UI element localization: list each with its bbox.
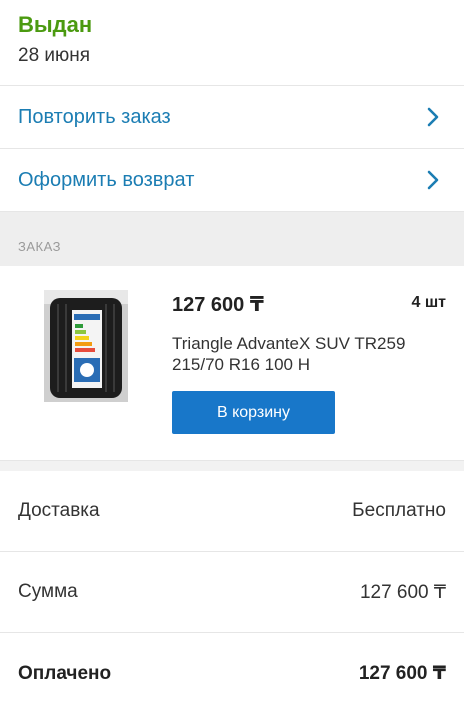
status-title: Выдан <box>18 12 93 37</box>
delivery-value: Бесплатно <box>352 500 446 521</box>
return-order-label: Оформить возврат <box>18 168 195 191</box>
order-section-header: ЗАКАЗ <box>0 212 464 266</box>
order-item: 127 600 ₸ 4 шт Triangle AdvanteX SUV TR2… <box>0 266 464 460</box>
status-date: 28 июня <box>18 45 91 66</box>
chevron-right-icon <box>427 170 439 190</box>
repeat-order-row[interactable]: Повторить заказ <box>0 86 464 149</box>
chevron-right-icon <box>427 107 439 127</box>
total-label: Сумма <box>18 581 78 602</box>
delivery-label: Доставка <box>18 500 100 521</box>
total-row: Сумма 127 600 ₸ <box>0 552 464 633</box>
delivery-row: Доставка Бесплатно <box>0 471 464 552</box>
tire-image[interactable] <box>44 290 128 402</box>
paid-label: Оплачено <box>18 662 112 684</box>
repeat-order-label: Повторить заказ <box>18 105 171 128</box>
add-to-cart-button[interactable]: В корзину <box>172 391 335 434</box>
product-name[interactable]: Triangle AdvanteX SUV TR259 215/70 R16 1… <box>172 333 412 375</box>
paid-row: Оплачено 127 600 ₸ <box>0 633 464 714</box>
return-order-row[interactable]: Оформить возврат <box>0 149 464 212</box>
section-label: ЗАКАЗ <box>18 239 61 254</box>
product-info: 127 600 ₸ 4 шт Triangle AdvanteX SUV TR2… <box>172 290 446 460</box>
product-quantity: 4 шт <box>411 294 446 311</box>
product-price: 127 600 ₸ <box>172 294 264 316</box>
order-status: Выдан 28 июня <box>0 0 464 86</box>
paid-value: 127 600 ₸ <box>358 663 446 684</box>
tire-image-graphic <box>44 290 128 402</box>
divider <box>0 460 464 471</box>
total-value: 127 600 ₸ <box>359 581 446 603</box>
